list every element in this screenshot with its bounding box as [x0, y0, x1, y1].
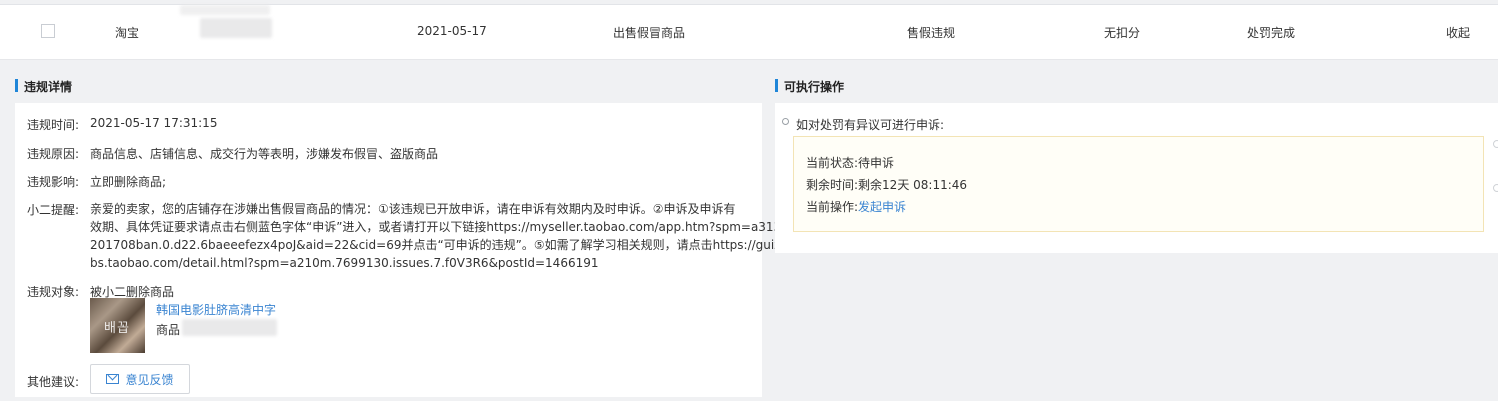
remaining-label: 剩余时间: [806, 178, 859, 192]
redacted-shop-name [200, 18, 272, 38]
actions-section-title: 可执行操作 [775, 78, 844, 95]
redacted-mark [180, 5, 270, 15]
deduction-cell: 无扣分 [1104, 26, 1141, 40]
violation-type-cell: 出售假冒商品 [613, 26, 686, 40]
target-label: 违规对象: [27, 285, 80, 299]
reason-value: 商品信息、店铺信息、成交行为等表明，涉嫌发布假冒、盗版商品 [90, 147, 439, 161]
feedback-button[interactable]: 意见反馈 [90, 364, 190, 394]
reason-label: 违规原因: [27, 147, 80, 161]
status-cell: 处罚完成 [1247, 26, 1296, 40]
impact-label: 违规影响: [27, 175, 80, 189]
mail-icon [106, 374, 120, 384]
redacted-product-id [182, 319, 277, 336]
time-value: 2021-05-17 17:31:15 [90, 116, 218, 130]
category-cell: 售假违规 [907, 26, 956, 40]
thumbnail-text: 배꼽 [104, 321, 130, 336]
reminder-line: 效期、具体凭证要求请点击右侧蓝色字体“申诉”进入，或者请打开以下链接https:… [90, 220, 793, 234]
product-title-link[interactable]: 韩国电影肚脐高清中字 [156, 301, 276, 318]
remaining-row: 剩余时间:剩余12天 08:11:46 [806, 176, 967, 193]
edge-dot-icon [1493, 184, 1498, 192]
date-cell: 2021-05-17 [417, 24, 487, 38]
reminder-line: bs.taobao.com/detail.html?spm=a210m.7699… [90, 256, 599, 270]
operation-row: 当前操作:发起申诉 [806, 198, 906, 215]
suggestion-label: 其他建议: [27, 375, 80, 389]
impact-value: 立即删除商品; [90, 175, 167, 189]
reminder-line: 201708ban.0.d22.6baeeefezx4poJ&aid=22&ci… [90, 238, 800, 252]
product-id-prefix: 商品 [156, 323, 181, 337]
reminder-text: 亲爱的卖家，您的店铺存在涉嫌出售假冒商品的情况：①该违规已开放申诉，请在申诉有效… [90, 200, 800, 272]
status-value: 待申诉 [858, 156, 895, 170]
feedback-label: 意见反馈 [125, 372, 174, 387]
details-section-title: 违规详情 [15, 78, 72, 95]
penalty-record-row: 淘宝 2021-05-17 出售假冒商品 售假违规 无扣分 处罚完成 收起 [0, 4, 1498, 60]
appeal-status-box: 当前状态:待申诉 剩余时间:剩余12天 08:11:46 当前操作:发起申诉 [793, 136, 1484, 232]
remaining-value: 剩余12天 08:11:46 [858, 178, 968, 192]
status-label: 当前状态: [806, 156, 859, 170]
operation-label: 当前操作: [806, 200, 859, 214]
platform-cell: 淘宝 [115, 26, 140, 40]
timeline-dot-icon [782, 118, 789, 125]
row-checkbox[interactable] [41, 24, 55, 38]
appeal-hint: 如对处罚有异议可进行申诉: [796, 118, 945, 132]
start-appeal-link[interactable]: 发起申诉 [858, 200, 906, 214]
edge-dot-icon [1493, 140, 1498, 148]
reminder-label: 小二提醒: [27, 203, 80, 217]
reminder-line: 亲爱的卖家，您的店铺存在涉嫌出售假冒商品的情况：①该违规已开放申诉，请在申诉有效… [90, 202, 736, 216]
status-row: 当前状态:待申诉 [806, 154, 894, 171]
product-thumbnail[interactable]: 배꼽 [90, 298, 145, 353]
collapse-link[interactable]: 收起 [1446, 24, 1470, 41]
time-label: 违规时间: [27, 118, 80, 132]
